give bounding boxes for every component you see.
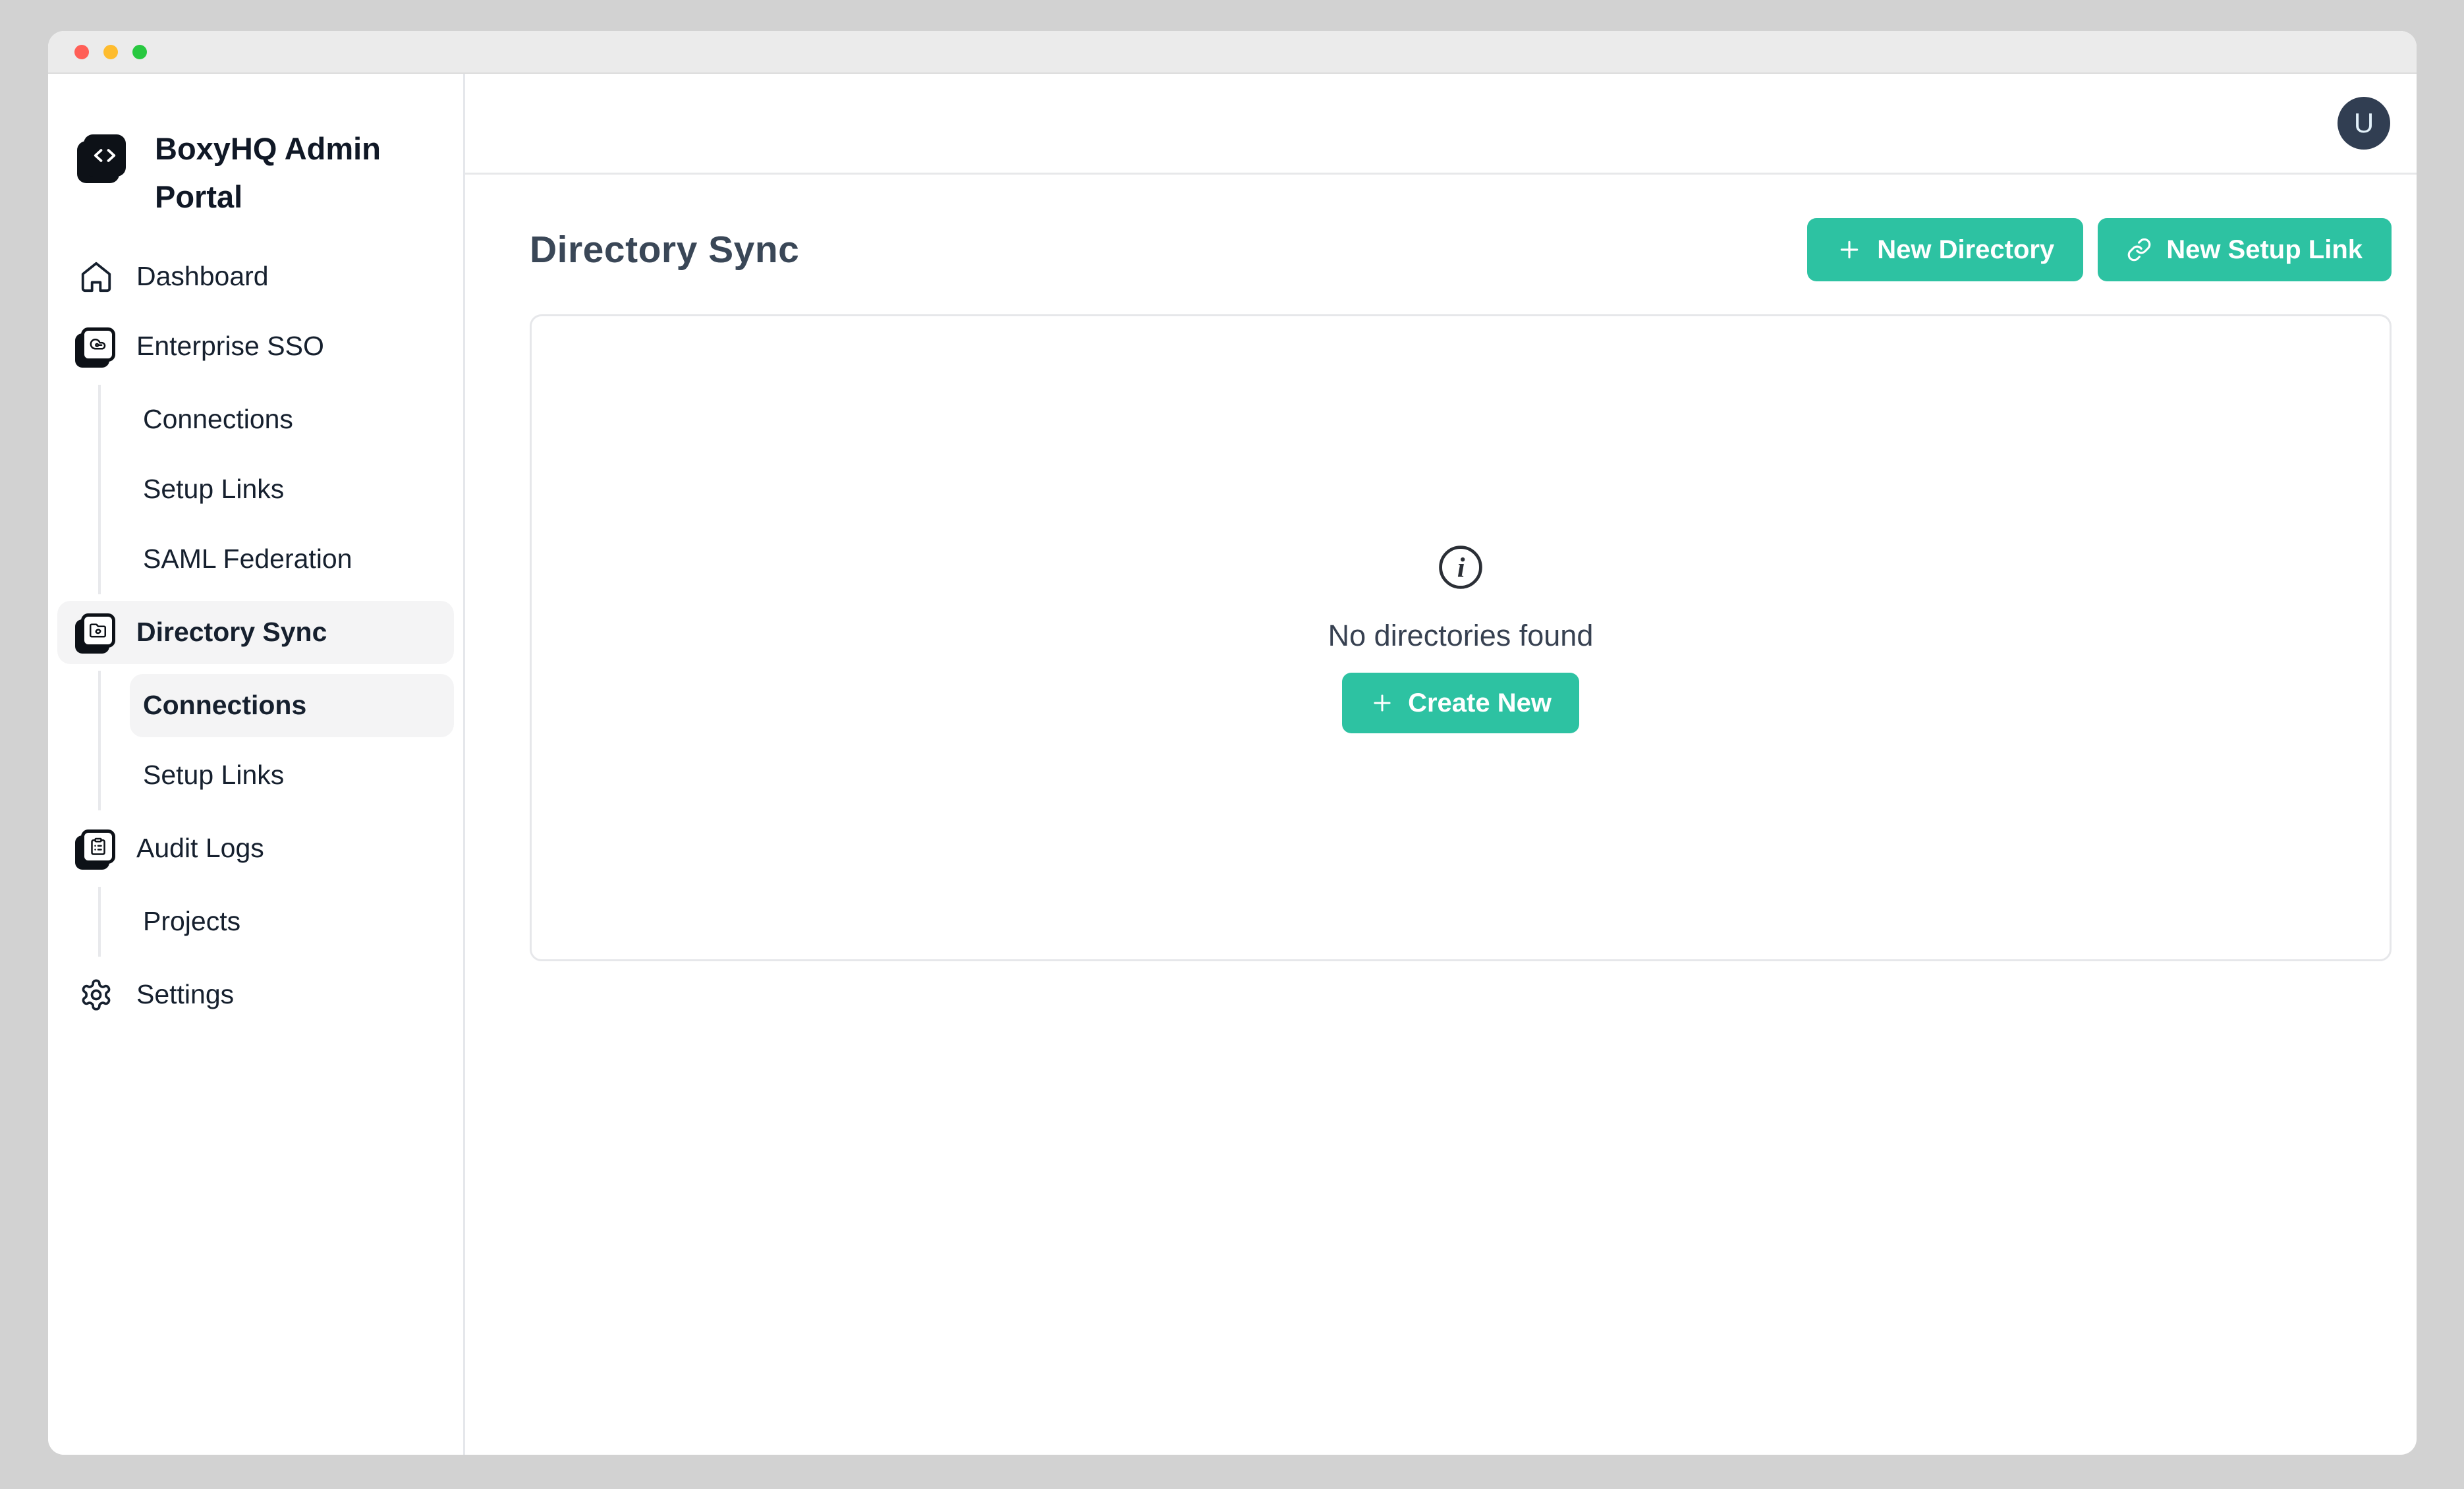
sidebar-item-label: Directory Sync: [136, 617, 327, 648]
sidebar-subgroup-enterprise-sso: Connections Setup Links SAML Federation: [98, 385, 454, 594]
avatar[interactable]: U: [2338, 97, 2390, 150]
sidebar-subitem-label: Connections: [143, 404, 293, 435]
sidebar-item-dashboard[interactable]: Dashboard: [57, 245, 454, 308]
sidebar-item-enterprise-sso[interactable]: Enterprise SSO: [57, 315, 454, 378]
sidebar-item-sso-connections[interactable]: Connections: [130, 388, 454, 451]
avatar-letter: U: [2354, 107, 2374, 139]
button-label: New Directory: [1877, 235, 2054, 265]
plus-icon: [1370, 690, 1395, 716]
top-header: U: [465, 74, 2417, 175]
sidebar-subgroup-directory-sync: Connections Setup Links: [98, 671, 454, 810]
link-icon: [2127, 237, 2152, 262]
minimize-window-icon[interactable]: [103, 45, 118, 59]
close-window-icon[interactable]: [74, 45, 89, 59]
clipboard-list-icon: [76, 828, 117, 869]
new-setup-link-button[interactable]: New Setup Link: [2098, 218, 2392, 281]
app-logo-row[interactable]: BoxyHQ Admin Portal: [57, 100, 454, 245]
main-area: U Directory Sync New Directory: [465, 74, 2417, 1455]
page-actions: New Directory New Setup Link: [1807, 218, 2392, 281]
sidebar-subitem-label: Setup Links: [143, 474, 284, 505]
sidebar-item-dsync-setup-links[interactable]: Setup Links: [130, 744, 454, 807]
svg-text:i: i: [1457, 553, 1465, 584]
sidebar-item-label: Audit Logs: [136, 833, 264, 864]
sso-cloud-key-icon: [76, 326, 117, 367]
empty-state-card: i No directories found Create New: [530, 314, 2392, 961]
app-title: BoxyHQ Admin Portal: [155, 125, 392, 221]
sidebar-item-projects[interactable]: Projects: [130, 890, 454, 953]
zoom-window-icon[interactable]: [132, 45, 147, 59]
sidebar-subitem-label: Projects: [143, 906, 240, 937]
sidebar-item-saml-federation[interactable]: SAML Federation: [130, 528, 454, 591]
sidebar: BoxyHQ Admin Portal Dashboard: [48, 74, 465, 1455]
create-new-button[interactable]: Create New: [1342, 673, 1579, 733]
sidebar-item-settings[interactable]: Settings: [57, 963, 454, 1026]
code-keycap-icon: [84, 134, 126, 177]
sidebar-subitem-label: SAML Federation: [143, 544, 352, 575]
home-icon: [76, 256, 117, 297]
plus-icon: [1836, 237, 1862, 263]
button-label: Create New: [1408, 688, 1552, 718]
sidebar-item-label: Enterprise SSO: [136, 331, 324, 362]
button-label: New Setup Link: [2166, 235, 2363, 265]
sidebar-subgroup-audit-logs: Projects: [98, 887, 454, 957]
gear-icon: [76, 974, 117, 1015]
folder-sync-icon: [76, 612, 117, 653]
app-window: BoxyHQ Admin Portal Dashboard: [48, 31, 2417, 1455]
info-icon: i: [1436, 542, 1486, 592]
window-titlebar: [48, 31, 2417, 74]
sidebar-item-directory-sync[interactable]: Directory Sync: [57, 601, 454, 664]
sidebar-item-dsync-connections[interactable]: Connections: [130, 674, 454, 737]
page-title: Directory Sync: [530, 228, 799, 271]
sidebar-item-sso-setup-links[interactable]: Setup Links: [130, 458, 454, 521]
sidebar-subitem-label: Setup Links: [143, 760, 284, 791]
sidebar-subitem-label: Connections: [143, 690, 306, 721]
sidebar-nav: Dashboard Enterprise SSO: [57, 245, 454, 1033]
sidebar-item-audit-logs[interactable]: Audit Logs: [57, 817, 454, 880]
sidebar-item-label: Settings: [136, 979, 234, 1010]
empty-state-message: No directories found: [1328, 619, 1594, 653]
page-content: Directory Sync New Directory: [465, 175, 2417, 1455]
new-directory-button[interactable]: New Directory: [1807, 218, 2083, 281]
sidebar-item-label: Dashboard: [136, 261, 269, 292]
